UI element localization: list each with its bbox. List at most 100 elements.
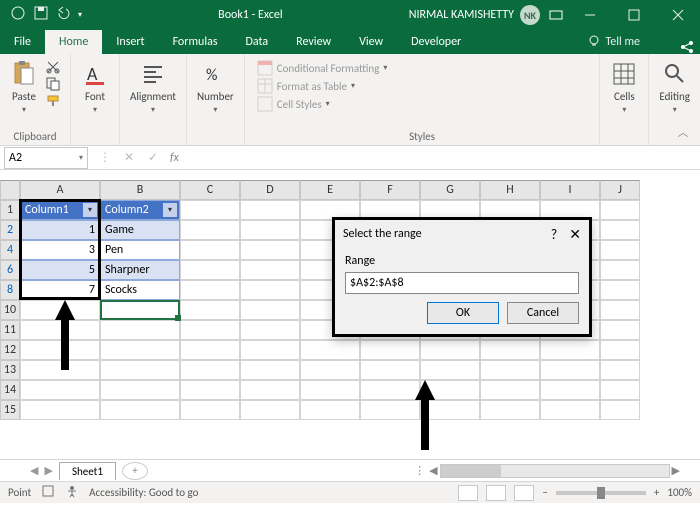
number-button[interactable]: % Number ▾ xyxy=(193,56,238,115)
normal-view-button[interactable] xyxy=(458,485,478,501)
cancel-button[interactable]: Cancel xyxy=(507,302,579,324)
copy-icon[interactable] xyxy=(46,77,64,91)
tell-me[interactable]: Tell me xyxy=(573,29,654,54)
row-header[interactable]: 2 xyxy=(0,220,20,240)
tab-insert[interactable]: Insert xyxy=(102,30,158,54)
cell[interactable]: 1 xyxy=(20,220,100,240)
sheet-nav-prev-icon[interactable]: ◀ xyxy=(30,464,38,477)
filter-icon[interactable]: ▾ xyxy=(83,203,97,217)
sheet-tab-sheet1[interactable]: Sheet1 xyxy=(59,462,116,480)
table-header[interactable]: Column2▾ xyxy=(100,200,180,220)
format-painter-icon[interactable] xyxy=(46,94,64,108)
col-header[interactable]: E xyxy=(300,180,360,200)
font-button[interactable]: A Font ▾ xyxy=(77,56,113,115)
row-header[interactable]: 10 xyxy=(0,300,20,320)
row-header[interactable]: 12 xyxy=(0,340,20,360)
filter-icon[interactable]: ▾ xyxy=(163,203,177,217)
ok-button[interactable]: OK xyxy=(427,302,499,324)
cell[interactable]: 5 xyxy=(20,260,100,280)
tab-home[interactable]: Home xyxy=(45,30,102,54)
fx-label[interactable]: fx xyxy=(170,151,185,165)
format-as-table-button[interactable]: Format as Table ▾ xyxy=(257,78,588,94)
select-all-corner[interactable] xyxy=(0,180,20,200)
zoom-slider[interactable] xyxy=(556,491,646,495)
minimize-button[interactable] xyxy=(568,0,612,30)
scroll-right-icon[interactable]: ▶ xyxy=(672,464,680,478)
row-header[interactable]: 15 xyxy=(0,400,20,420)
tab-data[interactable]: Data xyxy=(232,30,283,54)
zoom-out-button[interactable]: − xyxy=(542,486,547,499)
conditional-formatting-button[interactable]: Conditional Formatting ▾ xyxy=(257,60,588,76)
cells-icon xyxy=(610,60,638,88)
close-icon[interactable]: ✕ xyxy=(569,226,581,243)
name-box[interactable]: A2 ▾ xyxy=(4,147,88,169)
cell[interactable]: 3 xyxy=(20,240,100,260)
row-header[interactable]: 8 xyxy=(0,280,20,300)
range-input[interactable] xyxy=(345,272,579,294)
cell[interactable]: 7 xyxy=(20,280,100,300)
macro-record-icon[interactable] xyxy=(41,484,55,501)
ribbon-display-icon[interactable] xyxy=(544,8,568,22)
row-header[interactable]: 13 xyxy=(0,360,20,380)
collapse-ribbon-icon[interactable]: ︿ xyxy=(674,123,692,141)
cancel-formula-icon[interactable]: ✕ xyxy=(122,150,136,165)
tab-view[interactable]: View xyxy=(345,30,397,54)
table-icon xyxy=(257,78,273,94)
autosave-off-icon[interactable] xyxy=(10,5,26,25)
row-header[interactable]: 1 xyxy=(0,200,20,220)
annotation-arrow xyxy=(45,300,85,370)
scroll-thumb[interactable] xyxy=(441,465,501,477)
sheet-nav-next-icon[interactable]: ▶ xyxy=(44,464,52,477)
user-avatar[interactable]: NK xyxy=(520,5,540,25)
zoom-level[interactable]: 100% xyxy=(667,486,692,499)
horizontal-scrollbar[interactable]: ⋮ ◀ ▶ xyxy=(154,464,700,478)
table-header[interactable]: Column1▾ xyxy=(20,200,100,220)
editing-button[interactable]: Editing ▾ xyxy=(655,56,694,115)
maximize-button[interactable] xyxy=(612,0,656,30)
col-header[interactable]: B xyxy=(100,180,180,200)
col-header[interactable]: G xyxy=(420,180,480,200)
col-header[interactable]: D xyxy=(240,180,300,200)
close-button[interactable] xyxy=(656,0,700,30)
tab-file[interactable]: File xyxy=(0,30,45,54)
row-header[interactable]: 11 xyxy=(0,320,20,340)
qat-dropdown-icon[interactable]: ▾ xyxy=(78,10,82,20)
tab-review[interactable]: Review xyxy=(282,30,345,54)
row-header[interactable]: 6 xyxy=(0,260,20,280)
zoom-in-button[interactable]: + xyxy=(654,486,659,499)
cut-icon[interactable] xyxy=(46,60,64,74)
tab-developer[interactable]: Developer xyxy=(397,30,475,54)
add-sheet-button[interactable]: + xyxy=(122,462,148,480)
accessibility-status: Accessibility: Good to go xyxy=(89,486,198,499)
cell-styles-button[interactable]: Cell Styles ▾ xyxy=(257,96,588,112)
page-break-view-button[interactable] xyxy=(514,485,534,501)
cells-label: Cells xyxy=(614,90,635,103)
alignment-button[interactable]: Alignment ▾ xyxy=(126,56,180,115)
accessibility-icon[interactable] xyxy=(65,484,79,501)
tab-formulas[interactable]: Formulas xyxy=(159,30,232,54)
cell[interactable]: Sharpner xyxy=(100,260,180,280)
share-icon[interactable] xyxy=(674,40,700,54)
active-cell[interactable] xyxy=(100,300,180,320)
cell[interactable]: Game xyxy=(100,220,180,240)
cell[interactable]: Pen xyxy=(100,240,180,260)
col-header[interactable]: J xyxy=(600,180,640,200)
formula-input[interactable] xyxy=(185,147,700,169)
col-header[interactable]: I xyxy=(540,180,600,200)
enter-formula-icon[interactable]: ✓ xyxy=(146,150,160,165)
col-header[interactable]: H xyxy=(480,180,540,200)
help-icon[interactable]: ? xyxy=(551,226,558,243)
paste-button[interactable]: Paste ▾ xyxy=(6,56,42,115)
col-header[interactable]: A xyxy=(20,180,100,200)
col-header[interactable]: C xyxy=(180,180,240,200)
row-header[interactable]: 4 xyxy=(0,240,20,260)
undo-icon[interactable] xyxy=(56,6,70,24)
cells-button[interactable]: Cells ▾ xyxy=(606,56,642,115)
cell[interactable]: Scocks xyxy=(100,280,180,300)
col-header[interactable]: F xyxy=(360,180,420,200)
save-icon[interactable] xyxy=(34,6,48,24)
row-header[interactable]: 14 xyxy=(0,380,20,400)
scroll-left-icon[interactable]: ◀ xyxy=(429,464,437,478)
number-label: Number xyxy=(197,90,234,103)
page-layout-view-button[interactable] xyxy=(486,485,506,501)
